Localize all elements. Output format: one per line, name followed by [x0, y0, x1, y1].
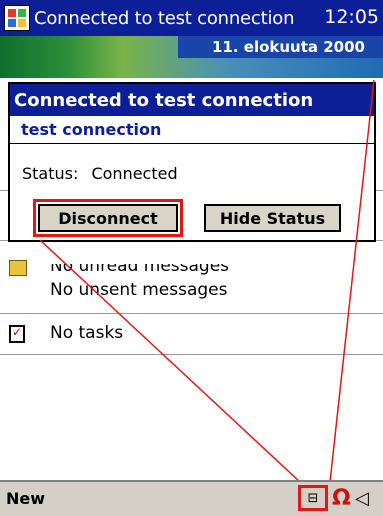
divider	[0, 354, 383, 355]
messages-icon	[9, 260, 27, 276]
date-label[interactable]: 11. elokuuta 2000	[178, 36, 383, 58]
status-row: Status: Connected	[22, 164, 178, 183]
network-connection-icon[interactable]: ⊟	[298, 485, 328, 511]
omega-app-icon[interactable]: Ω	[332, 486, 351, 511]
start-menu-icon[interactable]	[4, 5, 30, 31]
divider	[0, 313, 383, 314]
status-label: Status:	[22, 164, 79, 183]
today-banner: 11. elokuuta 2000	[0, 36, 383, 78]
connection-dialog: Connected to test connection test connec…	[8, 82, 376, 242]
unsent-messages-text[interactable]: No unsent messages	[50, 280, 380, 300]
window-title: Connected to test connection	[34, 7, 295, 29]
clock[interactable]: 12:05	[324, 6, 379, 28]
tasks-icon	[9, 325, 25, 343]
annotation-line-left	[39, 239, 301, 483]
tasks-text[interactable]: No tasks	[50, 323, 380, 343]
dialog-title: Connected to test connection	[10, 84, 374, 116]
disconnect-button[interactable]: Disconnect	[33, 199, 183, 237]
unread-messages-text[interactable]: No unread messages	[50, 264, 380, 276]
hide-status-button[interactable]: Hide Status	[204, 204, 341, 232]
status-value: Connected	[91, 164, 178, 183]
new-menu[interactable]: New	[6, 489, 45, 508]
connection-name: test connection	[10, 116, 374, 144]
title-bar: Connected to test connection 12:05	[0, 0, 383, 36]
menu-bar: New ⊟ Ω ◁	[0, 480, 383, 516]
speaker-icon[interactable]: ◁	[355, 488, 369, 509]
